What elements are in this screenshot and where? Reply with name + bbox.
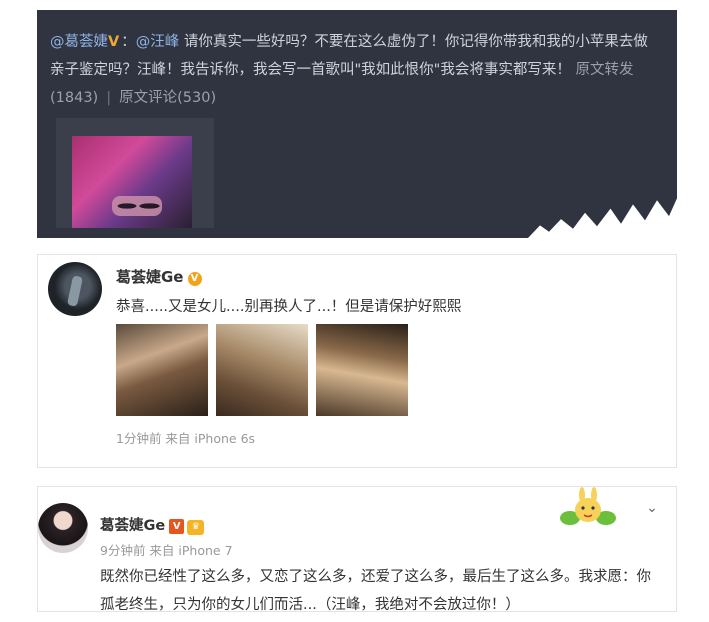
- avatar[interactable]: [38, 503, 88, 553]
- colon: ：: [121, 34, 136, 50]
- thumbnail-face-detail: [112, 196, 162, 216]
- meta-separator: |: [106, 90, 112, 106]
- target-mention-link[interactable]: @汪峰: [136, 34, 180, 50]
- author-mention-link[interactable]: @葛荟婕: [50, 34, 108, 50]
- verified-red-badge-icon: V: [169, 519, 185, 534]
- chevron-down-icon[interactable]: ⌄: [644, 500, 660, 516]
- post-text: 恭喜.....又是女儿....别再换人了...！但是请保护好熙熙: [116, 299, 462, 315]
- cartoon-rabbit-sticker-icon: [560, 487, 616, 525]
- post-photo-2[interactable]: [216, 324, 308, 416]
- verified-gold-badge-icon: V: [187, 272, 202, 286]
- vip-crown-icon: ♛: [187, 520, 205, 535]
- repost-text: @葛荟婕V ：@汪峰 请你真实一些好吗？不要在这么虚伪了！你记得你带我和我的小苹果…: [50, 28, 650, 112]
- post-text: 既然你已经性了这么多，又恋了这么多，还爱了这么多，最后生了这么多。我求愿：你孤老…: [100, 569, 651, 613]
- post-author-name[interactable]: 葛荟婕Ge V ♛: [100, 514, 205, 535]
- post-timestamp-source: 1分钟前 来自 iPhone 6s: [116, 431, 256, 446]
- original-comment-link[interactable]: 原文评论(530): [119, 90, 216, 106]
- post-author-name[interactable]: 葛荟婕Ge V: [116, 266, 202, 287]
- post-timestamp-source: 9分钟前 来自 iPhone 7: [100, 543, 233, 558]
- verified-badge-icon: V: [108, 34, 120, 50]
- author-name-text[interactable]: 葛荟婕Ge: [100, 518, 165, 534]
- post-photo-1[interactable]: [116, 324, 208, 416]
- avatar[interactable]: [48, 262, 102, 316]
- post-photo-3[interactable]: [316, 324, 408, 416]
- author-name-text[interactable]: 葛荟婕Ge: [116, 268, 184, 286]
